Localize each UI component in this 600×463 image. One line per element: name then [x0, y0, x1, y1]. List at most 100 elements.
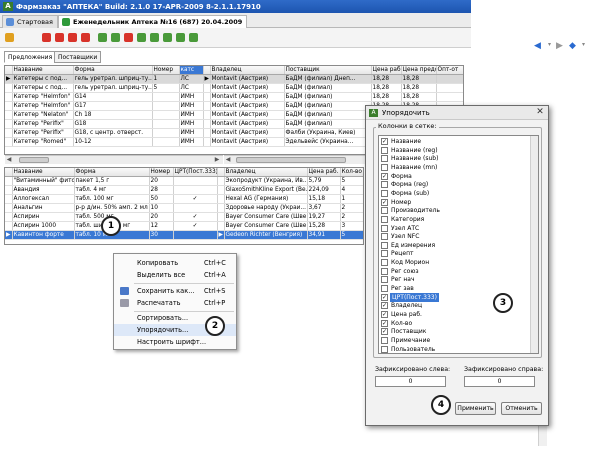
table-cell: БаДМ (филиал) Днеп... — [284, 74, 372, 85]
column-checkbox-label: Форма (sub) — [391, 189, 430, 197]
table-row[interactable]: ▶ Катетеры с под... гель уретрал. шприц-ту… — [5, 74, 463, 85]
table-row[interactable]: Анальгин р-р д/ин. 50% амп. 2 мл 10 Здоровь… — [5, 203, 363, 214]
column-checkbox[interactable]: ✓ — [381, 311, 388, 318]
toolbar-green-button-1[interactable] — [98, 33, 107, 42]
fixed-right-input[interactable]: 0 — [464, 376, 535, 387]
column-header[interactable]: Кол-во — [340, 168, 363, 178]
toolbar-green-button-4[interactable] — [150, 33, 159, 42]
column-checkbox[interactable] — [381, 146, 388, 154]
column-header[interactable]: Цена предол — [401, 66, 437, 76]
table-row[interactable]: "Витаминный" фиточайпакет 1,5 г20 Экопрод… — [5, 176, 363, 187]
menu-item-copy[interactable]: Копировать Ctrl+C — [114, 257, 236, 269]
column-checkbox[interactable]: ✓ — [381, 172, 388, 180]
apply-button[interactable]: Применить — [455, 402, 496, 415]
tab-weekly[interactable]: Еженедельник Аптека №16 (687) 20.04.2009 — [58, 15, 248, 28]
close-icon[interactable]: ✕ — [534, 107, 546, 118]
column-checkbox[interactable]: ✓ — [381, 328, 388, 336]
column-checkbox[interactable]: ✓ — [381, 138, 388, 145]
column-checkbox[interactable] — [381, 224, 388, 232]
column-checkbox[interactable] — [381, 259, 388, 267]
table-cell: Hexal AG (Германия) — [224, 194, 308, 205]
menu-item-print[interactable]: Распечатать Ctrl+P — [114, 297, 236, 309]
column-checkbox[interactable] — [381, 207, 388, 215]
table-row[interactable]: Катетер "Helmfon" G14 ИМН Montavit (Австрия… — [5, 92, 463, 103]
toolbar-green-button-7[interactable] — [189, 33, 198, 42]
cancel-button[interactable]: Отменить — [501, 402, 542, 415]
toolbar-red-button-4[interactable] — [81, 33, 90, 42]
table-row[interactable]: ▶ Кавинтон форте табл. 10 мг 30 ▶ Gedeon Rich… — [5, 230, 363, 241]
subtab-suppliers[interactable]: Поставщики — [54, 51, 102, 63]
toolbar-red-button-3[interactable] — [68, 33, 77, 42]
column-checkbox[interactable]: ✓ — [381, 319, 388, 327]
scroll-left-icon[interactable]: ◀ — [5, 156, 13, 164]
column-checkbox[interactable] — [381, 215, 388, 223]
scroll-right-icon[interactable]: ▶ — [213, 156, 221, 164]
column-checkbox[interactable] — [381, 267, 388, 275]
column-header[interactable]: ЦРТ(Пост.333) — [173, 168, 218, 178]
column-checkbox[interactable] — [381, 163, 388, 171]
tab-start[interactable]: Стартовая — [2, 15, 58, 28]
column-header[interactable]: Опт-от — [436, 66, 463, 76]
table-row[interactable]: Аспирин табл. 500 мг 20 ✓ Bayer Consumer Car… — [5, 212, 363, 223]
column-header[interactable]: Номер — [152, 66, 180, 76]
column-header[interactable]: Цена раб. — [307, 168, 341, 178]
column-checkbox[interactable] — [381, 285, 388, 293]
toolbar-red-button-2[interactable] — [55, 33, 64, 42]
column-checkbox[interactable] — [381, 276, 388, 284]
nav-icon[interactable]: ◆ — [569, 41, 579, 51]
column-header[interactable]: Владелец — [210, 66, 285, 76]
menu-item-save-as[interactable]: Сохранить как... Ctrl+S — [114, 285, 236, 297]
dropdown-icon[interactable]: ▾ — [582, 41, 590, 51]
column-header[interactable]: Владелец — [224, 168, 308, 178]
column-list-scrollbar[interactable] — [530, 136, 538, 353]
column-checkbox[interactable]: ✓ — [381, 293, 388, 301]
toolbar-red-button-1[interactable] — [42, 33, 51, 42]
fixed-left-input[interactable]: 0 — [375, 376, 446, 387]
column-checkbox[interactable]: ✓ — [381, 198, 388, 206]
offers-left-scrollbar[interactable]: ◀ ▶ — [5, 155, 223, 164]
column-header[interactable]: Название — [12, 168, 75, 178]
column-header[interactable]: Форма — [74, 168, 150, 178]
column-checkbox-label: Название — [391, 138, 422, 145]
table-cell: ИМН — [179, 101, 204, 112]
column-checkbox[interactable] — [381, 189, 388, 197]
table-cell: 15,28 — [307, 221, 341, 232]
dropdown-icon[interactable]: ▾ — [548, 41, 556, 51]
column-checkbox[interactable] — [381, 241, 388, 249]
table-row[interactable]: Аллогексал табл. 100 мг 50 ✓ Hexal AG (Герма… — [5, 194, 363, 205]
menu-item-select-all[interactable]: Выделить все Ctrl+A — [114, 269, 236, 281]
toolbar-red-button-5[interactable] — [124, 33, 133, 42]
doc-icon — [62, 18, 70, 26]
table-cell: р-р д/ин. 50% амп. 2 мл — [74, 203, 150, 214]
column-header[interactable]: катс — [179, 66, 204, 76]
column-checkbox[interactable] — [381, 181, 388, 189]
toolbar-green-button-2[interactable] — [111, 33, 120, 42]
column-header[interactable]: Форма — [73, 66, 153, 76]
arrow-left-icon[interactable]: ◀ — [534, 41, 544, 51]
subtab-offers[interactable]: Предложения — [4, 51, 57, 63]
table-row[interactable]: Аспирин 1000табл. шип. 500 мг12✓Bayer Co… — [5, 221, 363, 232]
toolbar-green-button-3[interactable] — [137, 33, 146, 42]
menu-item-font[interactable]: Настроить шрифт... — [114, 336, 236, 348]
toolbar-green-button-5[interactable] — [163, 33, 172, 42]
column-checkbox[interactable] — [381, 336, 388, 344]
arrow-right-icon[interactable]: ▶ — [556, 41, 566, 51]
column-checkbox[interactable]: ✓ — [381, 302, 388, 310]
table-row[interactable]: Авандия табл. 4 мг 28 GlaxoSmithKline Expor… — [5, 185, 363, 196]
scrollbar-thumb[interactable] — [19, 157, 49, 163]
toolbar-green-button-6[interactable] — [176, 33, 185, 42]
scrollbar-thumb[interactable] — [236, 157, 346, 163]
column-header[interactable]: Название — [12, 66, 74, 76]
column-checkbox-label: Категория — [391, 215, 425, 223]
column-checkbox[interactable] — [381, 250, 388, 258]
column-header[interactable]: Поставщик — [284, 66, 372, 76]
gear-icon[interactable] — [5, 33, 14, 42]
column-checkbox[interactable] — [381, 155, 388, 163]
column-header[interactable]: Номер — [149, 168, 174, 178]
column-checklist-item[interactable]: Пользователь — [381, 345, 529, 353]
table-row[interactable]: Катетеры с под... гель уретрал. шприц-ту.… — [5, 83, 463, 94]
scroll-left-icon[interactable]: ◀ — [224, 156, 232, 164]
column-checkbox[interactable] — [381, 233, 388, 241]
column-header[interactable]: Цена раб. — [371, 66, 402, 76]
column-checkbox[interactable] — [381, 345, 388, 353]
